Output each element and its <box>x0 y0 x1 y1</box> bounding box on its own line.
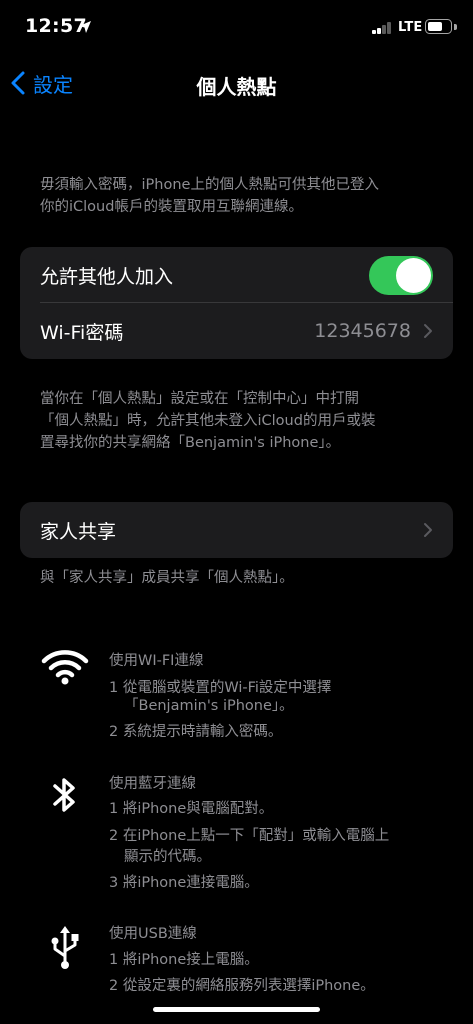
hotspot-note-line: 置尋找你的共享網絡「Benjamin's iPhone」。 <box>40 435 341 451</box>
usb-method-title: 使用USB連線 <box>109 926 197 942</box>
network-type: LTE <box>398 20 423 35</box>
wifi-password-row[interactable]: Wi-Fi密碼 12345678 <box>20 303 453 359</box>
allow-others-toggle[interactable] <box>369 256 433 295</box>
location-arrow-icon <box>79 21 91 33</box>
family-sharing-group: 家人共享 <box>20 502 453 558</box>
hotspot-note-line: 「個人熱點」時，允許其他未登入iCloud的用戶或裝 <box>40 413 376 429</box>
bluetooth-icon <box>53 778 75 812</box>
hotspot-settings-group: 允許其他人加入 Wi-Fi密碼 12345678 <box>20 247 453 359</box>
status-bar: 12:57 LTE <box>0 0 473 54</box>
wifi-method-title: 使用WI-FI連線 <box>109 653 204 669</box>
family-note-text: 與「家人共享」成員共享「個人熱點」。 <box>40 570 294 586</box>
hotspot-note: 當你在「個人熱點」設定或在「控制中心」中打開 「個人熱點」時，允許其他未登入iC… <box>40 388 450 454</box>
usb-method-step: 1 將iPhone接上電腦。 <box>109 952 259 968</box>
wifi-icon <box>41 650 89 685</box>
wifi-password-value: 12345678 <box>314 320 411 342</box>
page-title: 個人熱點 <box>196 75 277 99</box>
family-sharing-label: 家人共享 <box>40 520 117 543</box>
chevron-right-icon <box>424 523 432 537</box>
family-sharing-row[interactable]: 家人共享 <box>20 502 453 558</box>
bluetooth-method-step: 2 在iPhone上點一下「配對」或輸入電腦上 <box>109 828 390 844</box>
bluetooth-method-step: 顯示的代碼。 <box>124 849 211 865</box>
intro-description: 毋須輸入密碼，iPhone上的個人熱點可供其他已登入 你的iCloud帳戶的裝置… <box>40 174 450 218</box>
bluetooth-method-title: 使用藍牙連線 <box>109 776 196 792</box>
cellular-signal-icon <box>372 22 392 34</box>
battery-icon <box>425 19 452 34</box>
wifi-method-step: 「Benjamin's iPhone」。 <box>124 698 294 714</box>
wifi-password-label: Wi-Fi密碼 <box>40 321 124 344</box>
battery-cap <box>454 23 457 30</box>
hotspot-note-line: 當你在「個人熱點」設定或在「控制中心」中打開 <box>40 391 359 407</box>
intro-line: 你的iCloud帳戶的裝置取用互聯網連線。 <box>40 199 303 215</box>
usb-icon <box>51 926 79 969</box>
toggle-knob <box>396 258 431 293</box>
bluetooth-method-step: 3 將iPhone連接電腦。 <box>109 875 259 891</box>
usb-method-step: 2 從設定裏的網絡服務列表選擇iPhone。 <box>109 978 375 994</box>
intro-line: 毋須輸入密碼，iPhone上的個人熱點可供其他已登入 <box>40 177 379 193</box>
allow-others-row: 允許其他人加入 <box>20 247 453 303</box>
bluetooth-method-step: 1 將iPhone與電腦配對。 <box>109 801 274 817</box>
home-indicator[interactable] <box>153 1007 320 1012</box>
chevron-right-icon <box>424 324 432 338</box>
wifi-method-step: 2 系統提示時請輸入密碼。 <box>109 724 283 740</box>
family-note: 與「家人共享」成員共享「個人熱點」。 <box>40 567 450 589</box>
